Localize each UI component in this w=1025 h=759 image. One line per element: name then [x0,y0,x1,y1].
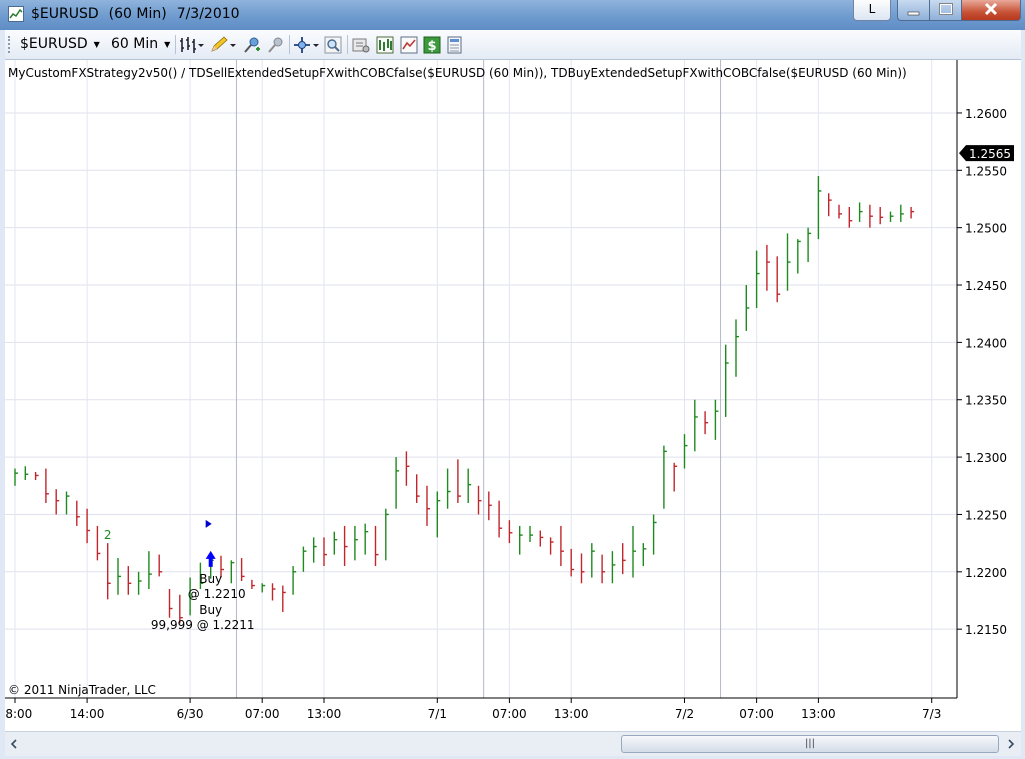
copyright-label: © 2011 NinjaTrader, LLC [8,683,156,697]
title-instrument: $EURUSD [31,6,99,22]
title-bar: $EURUSD (60 Min) 7/3/2010 L [0,0,1025,30]
maximize-icon [939,3,953,15]
instrument-selector[interactable]: $EURUSD ▼ [20,36,100,52]
time-axis-label: 7/2 [675,707,694,721]
interval-selector[interactable]: 60 Min ▼ [111,36,170,52]
time-axis-label: 7/3 [922,707,941,721]
price-axis-label: 1.2300 [965,451,1007,465]
chart-window-icon [8,6,24,22]
price-axis-label: 1.2350 [965,394,1007,408]
time-axis-label: 13:00 [554,707,589,721]
price-axis-label: 1.2450 [965,279,1007,293]
indicators-icon[interactable] [376,36,394,54]
maximize-button[interactable] [929,0,963,21]
price-axis-label: 1.2550 [965,164,1007,178]
move-crosshair-icon[interactable] [293,36,321,54]
toolbar-separator [175,35,176,54]
scrollbar-thumb[interactable]: ||| [621,735,999,753]
properties-icon[interactable] [352,36,370,54]
data-box-icon[interactable] [446,36,464,54]
title-interval: (60 Min) [108,6,167,22]
price-axis-label: 1.2250 [965,508,1007,522]
chart-style-icon[interactable] [179,36,205,54]
price-axis-label: 1.2150 [965,623,1007,637]
last-price-label: 1.2565 [969,147,1011,161]
zoom-icon[interactable] [324,36,342,54]
close-button[interactable] [961,0,1021,21]
price-axis-label: 1.2600 [965,107,1007,121]
close-icon [984,2,998,16]
toolbar-separator [289,35,290,54]
buy-marker-detail: 99,999 @ 1.2211 [151,618,255,632]
horizontal-scrollbar[interactable]: ||| [5,731,1021,756]
minimize-icon [907,11,920,16]
window-title: $EURUSD (60 Min) 7/3/2010 [31,6,250,22]
scroll-left-icon[interactable] [7,737,21,751]
price-chart[interactable]: 1.2600 1.2550 1.2500 1.2450 1.2400 1.2350 1.23… [0,60,1021,731]
chevron-down-icon: ▼ [164,39,171,49]
price-axis-label: 1.2500 [965,222,1007,236]
dollar-icon[interactable]: $ [423,36,441,54]
chart-panel[interactable]: 1.2600 1.2550 1.2500 1.2450 1.2400 1.2350 1.23… [0,60,1021,731]
minimize-button[interactable] [897,0,931,21]
toolbar-grip[interactable] [8,36,12,53]
instrument-selector-label: $EURUSD [20,36,88,52]
time-axis-label: 6/30 [177,707,204,721]
chevron-down-icon: ▼ [93,39,100,49]
link-button[interactable]: L [853,0,891,21]
time-axis-label: 07:00 [492,707,527,721]
pencil-icon[interactable] [209,36,237,54]
chart-toolbar: $EURUSD ▼ 60 Min ▼ $ [5,30,1021,60]
time-axis-label: 08:00 [5,707,32,721]
svg-text:$: $ [427,39,436,54]
crosshair-pin-icon[interactable] [243,36,261,54]
buy-marker-detail: @ 1.2210 [188,587,246,601]
strategy-chart-icon[interactable] [400,36,418,54]
price-axis-label: 1.2400 [965,336,1007,350]
price-axis-label: 1.2200 [965,566,1007,580]
crosshair-pin-gray-icon[interactable] [267,36,285,54]
td-count-label: 2 [104,528,112,542]
scroll-right-icon[interactable] [1004,737,1018,751]
buy-marker-label: Buy [199,603,222,617]
time-axis-label: 7/1 [428,707,447,721]
time-axis-label: 07:00 [739,707,774,721]
time-axis-label: 13:00 [801,707,836,721]
title-date: 7/3/2010 [176,6,240,22]
time-axis-label: 14:00 [70,707,105,721]
time-axis-label: 07:00 [245,707,280,721]
buy-marker-label: Buy [199,572,222,586]
strategy-label: MyCustomFXStrategy2v50() / TDSellExtende… [8,66,907,80]
interval-selector-label: 60 Min [111,36,159,52]
time-axis-label: 13:00 [307,707,342,721]
toolbar-separator [347,35,348,54]
